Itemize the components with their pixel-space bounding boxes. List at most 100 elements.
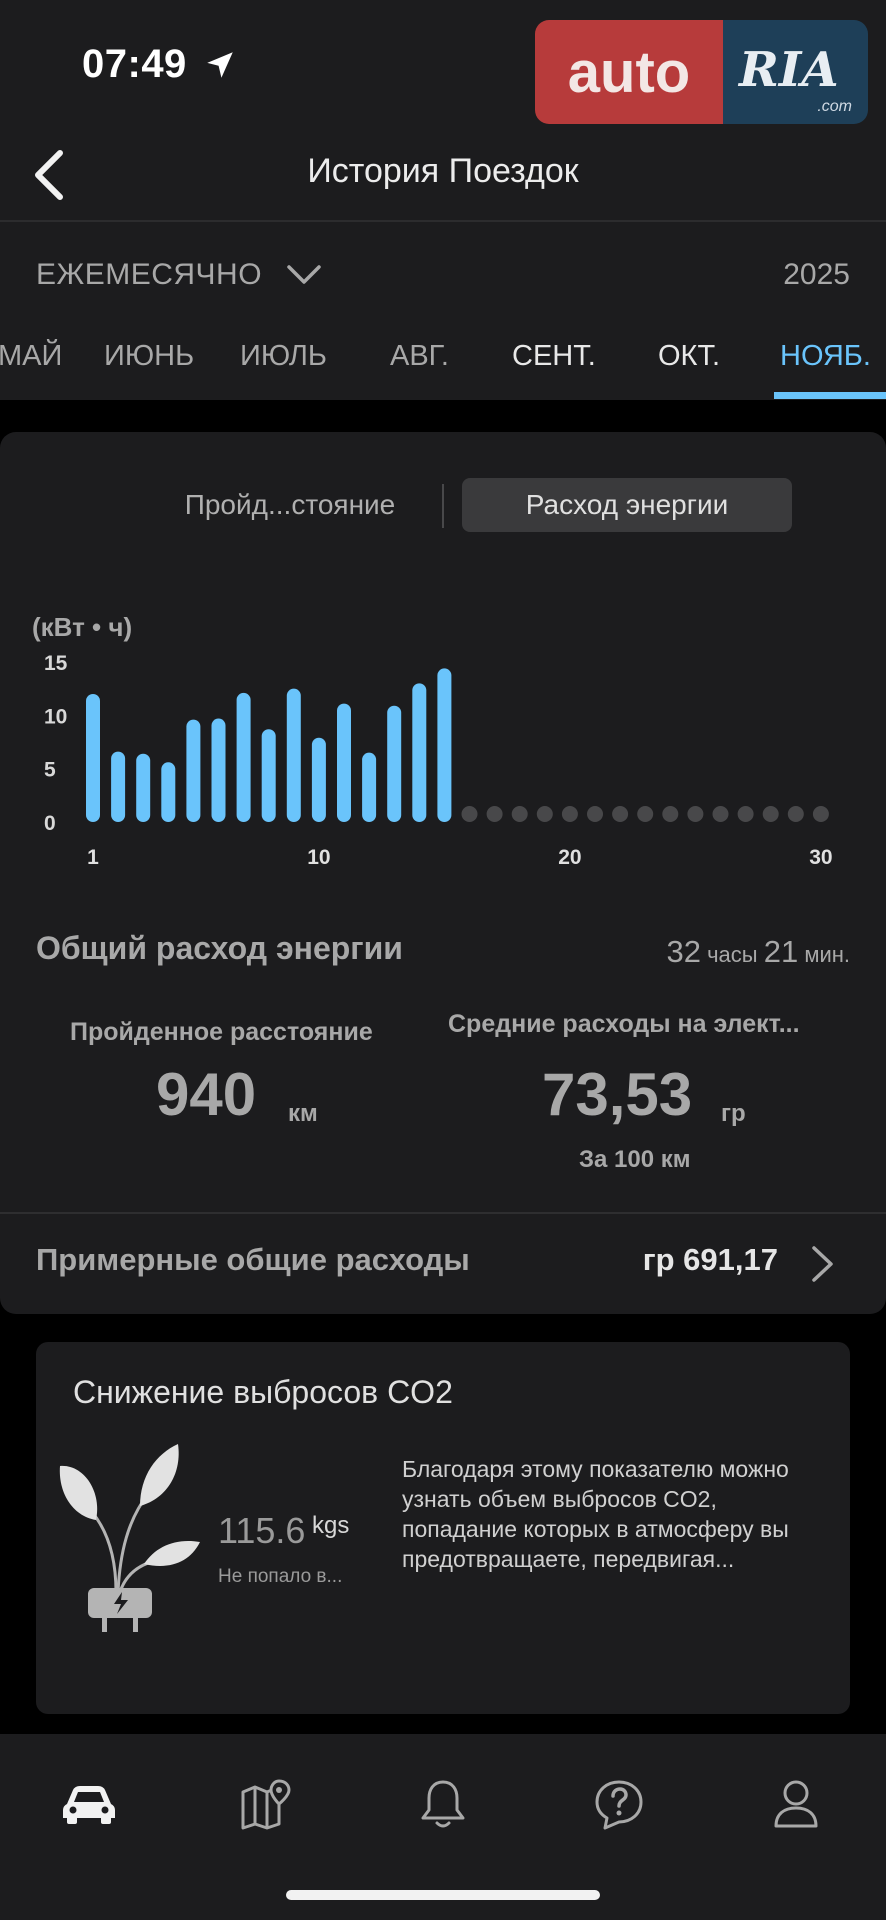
tab-profile[interactable] [756, 1764, 836, 1844]
tab-vehicle[interactable] [49, 1764, 129, 1844]
chart-empty-day-dot [587, 806, 603, 822]
car-icon [63, 1786, 115, 1824]
x-tick-label: 1 [87, 846, 99, 869]
help-icon [595, 1780, 643, 1830]
chart-bar [286, 688, 301, 822]
home-indicator[interactable] [286, 1890, 600, 1900]
chart-empty-day-dot [687, 806, 704, 822]
y-tick-label: 0 [44, 812, 56, 835]
chart-bar [86, 694, 100, 822]
watermark-ria-text: RIA [739, 42, 839, 98]
nav-header: История Поездок [0, 130, 886, 222]
distance-label: Пройденное расстояние [70, 1018, 373, 1046]
chart-bar [136, 753, 151, 822]
period-selected-label: ЕЖЕМЕСЯЧНО [36, 258, 263, 291]
chart-empty-day-dot [536, 806, 553, 822]
month-tab-sep[interactable]: СЕНТ. [512, 340, 596, 373]
watermark-logo: auto RIA .com [535, 20, 868, 124]
segment-distance[interactable]: Пройд...стояние [150, 478, 430, 532]
chart-bar [437, 668, 452, 822]
chart-bar [111, 751, 126, 822]
co2-description: Благодаря этому показателю можно узнать … [402, 1456, 789, 1572]
watermark-auto: auto [535, 20, 723, 124]
avg-consumption-sub: За 100 км [579, 1146, 691, 1173]
chart-empty-day-dot [812, 806, 829, 822]
chart-empty-day-dot [612, 806, 629, 822]
month-tab-june[interactable]: ИЮНЬ [104, 340, 194, 373]
chart-bar [236, 692, 251, 822]
chart-empty-day-dot [561, 806, 578, 822]
chart-bar [412, 683, 427, 822]
chart-empty-day-dot [662, 806, 679, 822]
chart-empty-day-dot [486, 806, 503, 822]
page-title: История Поездок [307, 152, 579, 190]
avg-consumption-unit: гр [721, 1100, 746, 1127]
chart-empty-day-dot [461, 806, 478, 822]
co2-unit: kgs [312, 1512, 350, 1539]
duration-minutes: 21 [763, 934, 799, 969]
status-time: 07:49 [82, 42, 187, 86]
chart-bar [387, 705, 402, 822]
distance-unit: км [288, 1100, 318, 1127]
avg-consumption-label: Средние расходы на элект... [448, 1010, 800, 1038]
period-dropdown[interactable]: ЕЖЕМЕСЯЧНО [36, 258, 322, 292]
tab-bar [0, 1734, 886, 1920]
total-duration: 32 часы 21 мин. [666, 934, 850, 970]
chart-unit-label: (кВт • ч) [32, 612, 132, 642]
avg-consumption-value: 73,53 [542, 1061, 693, 1128]
watermark-domain: .com [817, 98, 852, 115]
month-tab-oct[interactable]: ОКТ. [658, 340, 720, 373]
energy-card: Пройд...стояние Расход энергии (кВт • ч)… [0, 432, 886, 1314]
bell-icon [421, 1780, 465, 1828]
chart-empty-day-dot [637, 806, 654, 822]
distance-value: 940 [156, 1061, 257, 1128]
co2-title: Снижение выбросов CO2 [73, 1374, 453, 1410]
month-tab-aug[interactable]: АВГ. [390, 340, 449, 373]
estimated-cost-label: Примерные общие расходы [36, 1242, 470, 1277]
chart-empty-day-dot [787, 806, 804, 822]
tab-map[interactable] [225, 1764, 305, 1844]
energy-bar-chart: (кВт • ч) 15 10 5 0 1 10 20 30 [32, 612, 833, 869]
chevron-down-icon [287, 265, 321, 284]
profile-icon [774, 1780, 818, 1828]
chart-bar [337, 703, 351, 822]
tab-notifications[interactable] [403, 1764, 483, 1844]
segment-energy[interactable]: Расход энергии [462, 478, 792, 532]
chart-empty-day-dot [511, 806, 528, 822]
chart-bar [211, 718, 226, 822]
map-icon [241, 1779, 291, 1830]
chart-empty-day-dot [712, 806, 729, 822]
y-tick-label: 5 [44, 759, 56, 782]
duration-hours: 32 [666, 934, 701, 969]
month-tab-nov[interactable]: НОЯБ. [780, 340, 871, 373]
tab-help[interactable] [579, 1764, 659, 1844]
year-label[interactable]: 2025 [783, 258, 850, 292]
chart-bar [186, 719, 201, 822]
y-tick-label: 15 [44, 652, 68, 675]
co2-card[interactable]: Снижение выбросов CO2 115.6 kgs Не попал… [36, 1342, 850, 1714]
x-tick-label: 10 [307, 846, 330, 869]
month-tab-may[interactable]: МАЙ [0, 340, 62, 373]
chevron-right-icon [812, 1246, 833, 1282]
co2-value: 115.6 [218, 1510, 306, 1551]
y-tick-label: 10 [44, 705, 67, 728]
watermark-ria: RIA .com [723, 20, 868, 124]
co2-sub-label: Не попало в... [218, 1566, 343, 1587]
x-tick-label: 20 [558, 846, 581, 869]
duration-minutes-unit: мин. [804, 942, 850, 967]
period-bar: ЕЖЕМЕСЯЧНО 2025 МАЙ ИЮНЬ ИЮЛЬ АВГ. СЕНТ.… [0, 222, 886, 400]
chart-bar [362, 752, 377, 822]
chart-empty-day-dot [737, 806, 754, 822]
location-arrow-icon [207, 52, 233, 78]
segment-divider [442, 484, 444, 528]
estimated-cost-row[interactable]: Примерные общие расходы гр 691,17 [0, 1214, 886, 1314]
chart-bar [311, 737, 326, 822]
estimated-cost-value: гр 691,17 [642, 1242, 778, 1277]
chart-bar [261, 729, 276, 822]
chart-empty-day-dot [762, 806, 779, 822]
x-tick-label: 30 [809, 846, 832, 869]
chart-bar [161, 762, 176, 822]
month-tab-july[interactable]: ИЮЛЬ [240, 340, 327, 373]
total-energy-label: Общий расход энергии [36, 930, 403, 966]
month-tabs: МАЙ ИЮНЬ ИЮЛЬ АВГ. СЕНТ. ОКТ. НОЯБ. [0, 340, 886, 398]
